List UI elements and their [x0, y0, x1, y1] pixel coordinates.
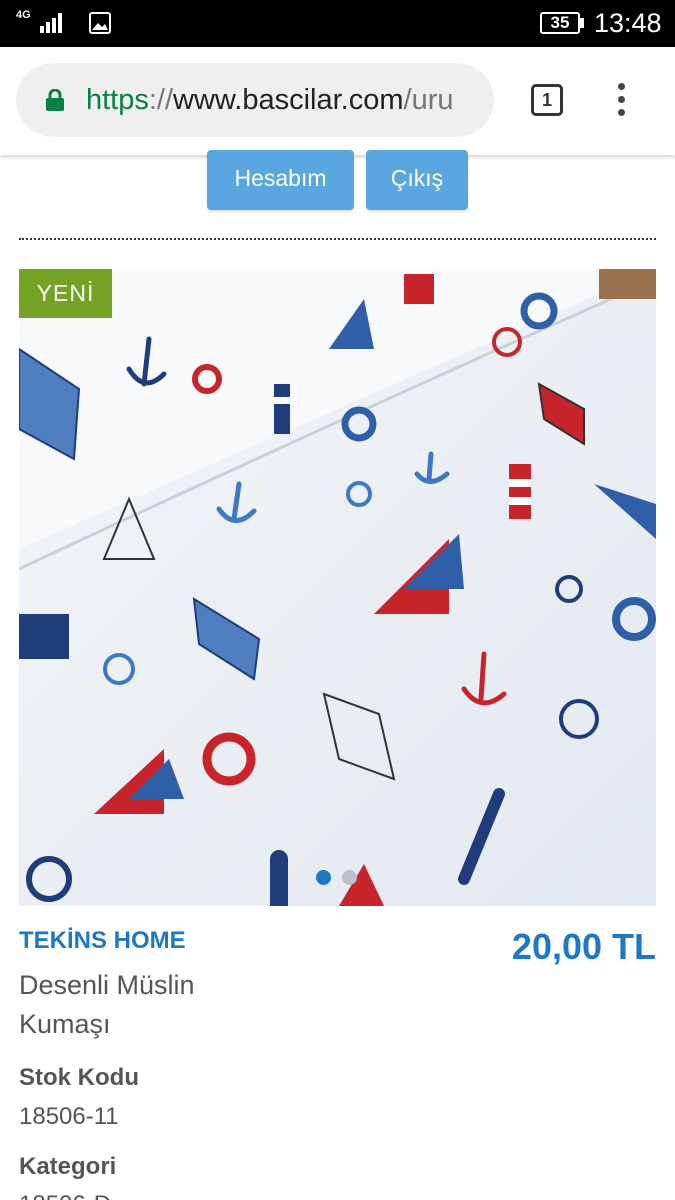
battery-tip	[580, 18, 584, 28]
carousel-dot[interactable]	[342, 870, 357, 885]
battery-level: 35	[550, 13, 570, 32]
signal-icon	[40, 13, 62, 33]
status-bar: 4G 35 13:48	[0, 0, 675, 47]
address-bar[interactable]: https://www.bascilar.com/uru	[16, 63, 494, 137]
more-vert-icon[interactable]	[617, 83, 627, 119]
product-price: 20,00 TL	[511, 926, 656, 967]
category-label: Kategori	[19, 1153, 117, 1180]
fabric-pattern-image	[19, 269, 656, 906]
clock: 13:48	[594, 8, 662, 38]
carousel-dot-active[interactable]	[316, 870, 331, 885]
lock-icon	[46, 89, 64, 111]
url-text[interactable]: https://www.bascilar.com/uru	[86, 83, 478, 117]
dotted-divider	[19, 238, 656, 240]
product-title: Desenli Müslin Kumaşı	[19, 970, 195, 1039]
product-brand-link[interactable]: TEKİNS HOME	[19, 926, 186, 956]
gallery-icon	[89, 12, 111, 34]
battery-icon: 35	[540, 12, 580, 34]
url-scheme: https	[86, 84, 149, 116]
sku-label: Stok Kodu	[19, 1064, 139, 1091]
category-value: 18506-D...	[19, 1190, 131, 1200]
network-type: 4G	[16, 9, 31, 21]
url-separator: ://	[148, 84, 174, 116]
sku-value: 18506-11	[19, 1103, 119, 1130]
new-badge: YENİ	[19, 269, 112, 318]
account-button[interactable]: Hesabım	[207, 150, 354, 210]
product-image[interactable]	[19, 269, 656, 906]
logout-button[interactable]: Çıkış	[366, 150, 468, 210]
browser-toolbar: https://www.bascilar.com/uru 1	[0, 47, 675, 155]
url-host: www.bascilar.com	[173, 84, 404, 116]
tab-switcher-icon[interactable]: 1	[531, 84, 563, 116]
url-path: /uru	[403, 84, 454, 116]
